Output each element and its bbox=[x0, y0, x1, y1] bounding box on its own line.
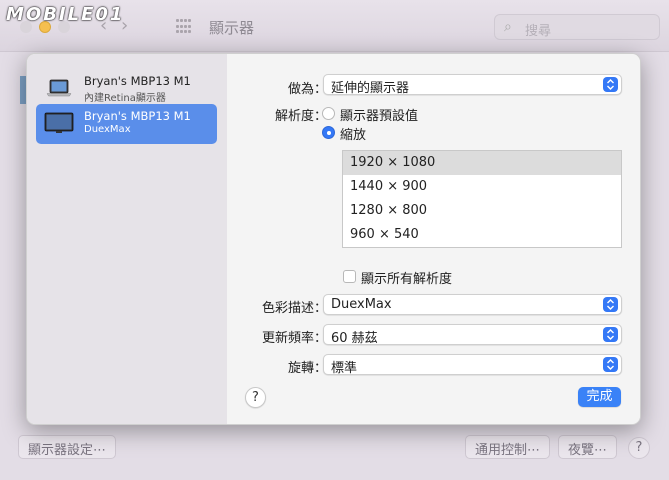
refresh-rate-label: 更新頻率： bbox=[261, 331, 327, 346]
night-shift-button[interactable]: 夜覽⋯ bbox=[558, 435, 618, 459]
updown-chevron-icon bbox=[603, 357, 618, 372]
chevron-right-icon[interactable]: › bbox=[121, 15, 128, 36]
color-profile-value: DuexMax bbox=[331, 297, 392, 312]
resolution-option[interactable]: 1280 × 800 bbox=[343, 199, 621, 223]
sidebar-item-builtin-display[interactable]: Bryan's MBP13 M1 內建Retina顯示器 bbox=[36, 69, 217, 109]
radio-scaled[interactable] bbox=[322, 126, 335, 139]
updown-chevron-icon bbox=[603, 297, 618, 312]
rotation-value: 標準 bbox=[331, 361, 358, 376]
resolution-option[interactable]: 1440 × 900 bbox=[343, 175, 621, 199]
done-button[interactable]: 完成 bbox=[578, 387, 621, 407]
display-name: Bryan's MBP13 M1 bbox=[84, 74, 191, 88]
updown-chevron-icon bbox=[603, 77, 618, 92]
rotation-label: 旋轉： bbox=[287, 361, 327, 376]
display-subtitle: 內建Retina顯示器 bbox=[84, 93, 166, 104]
search-icon: ⌕ bbox=[504, 19, 512, 35]
universal-control-button[interactable]: 通用控制⋯ bbox=[465, 435, 551, 459]
color-profile-label: 色彩描述： bbox=[261, 301, 327, 316]
resolution-option[interactable]: 1920 × 1080 bbox=[343, 151, 621, 175]
nav-arrows[interactable]: ‹ › bbox=[100, 15, 128, 36]
search-placeholder: 搜尋 bbox=[525, 24, 552, 39]
help-button[interactable]: ? bbox=[245, 387, 266, 408]
refresh-rate-value: 60 赫茲 bbox=[331, 331, 378, 346]
refresh-rate-popup[interactable]: 60 赫茲 bbox=[323, 324, 622, 346]
monitor-icon bbox=[44, 112, 74, 133]
show-all-grid-icon[interactable] bbox=[176, 19, 192, 35]
chevron-left-icon[interactable]: ‹ bbox=[100, 15, 107, 36]
show-all-resolutions-checkbox[interactable] bbox=[343, 270, 356, 283]
sidebar-item-external-display[interactable]: Bryan's MBP13 M1 DuexMax bbox=[36, 104, 217, 144]
show-all-resolutions-label: 顯示所有解析度 bbox=[361, 272, 453, 287]
resolution-label: 解析度： bbox=[274, 109, 327, 124]
display-settings-button[interactable]: 顯示器設定⋯ bbox=[18, 435, 117, 459]
display-name: Bryan's MBP13 M1 bbox=[84, 109, 191, 123]
resolution-list[interactable]: 1920 × 1080 1440 × 900 1280 × 800 960 × … bbox=[342, 150, 622, 248]
use-as-value: 延伸的顯示器 bbox=[331, 81, 410, 96]
search-input[interactable]: ⌕ 搜尋 bbox=[494, 14, 660, 40]
use-as-label: 做為： bbox=[287, 82, 327, 97]
radio-default-for-display[interactable] bbox=[322, 107, 335, 120]
title-bar: MOBILE01 ‹ › 顯示器 ⌕ 搜尋 bbox=[0, 0, 669, 52]
resolution-option[interactable]: 960 × 540 bbox=[343, 223, 621, 247]
window-title: 顯示器 bbox=[209, 19, 255, 37]
display-subtitle: DuexMax bbox=[84, 124, 131, 135]
use-as-popup[interactable]: 延伸的顯示器 bbox=[323, 74, 622, 96]
rotation-popup[interactable]: 標準 bbox=[323, 354, 622, 376]
radio-label-scaled: 縮放 bbox=[340, 128, 367, 143]
laptop-icon bbox=[46, 79, 72, 97]
updown-chevron-icon bbox=[603, 327, 618, 342]
color-profile-popup[interactable]: DuexMax bbox=[323, 294, 622, 315]
display-settings-sheet: Bryan's MBP13 M1 內建Retina顯示器 Bryan's MBP… bbox=[26, 53, 641, 425]
background-help-button[interactable]: ? bbox=[628, 437, 650, 459]
radio-label-default: 顯示器預設值 bbox=[340, 109, 419, 124]
display-sidebar: Bryan's MBP13 M1 內建Retina顯示器 Bryan's MBP… bbox=[27, 54, 227, 424]
